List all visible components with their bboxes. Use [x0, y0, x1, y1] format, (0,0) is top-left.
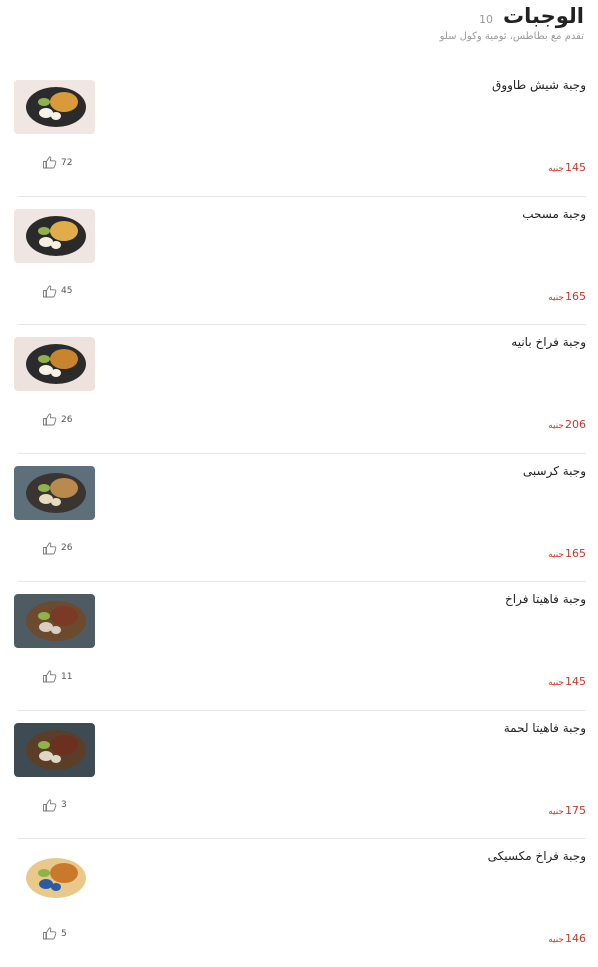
- price-value: 165: [565, 289, 586, 303]
- price-value: 206: [565, 418, 586, 431]
- meal-name[interactable]: وجبة كرسبى: [523, 464, 586, 478]
- section-title: الوجبات: [503, 4, 584, 28]
- meal-name[interactable]: وجبة فراخ بانيه: [511, 335, 586, 349]
- menu-item[interactable]: وجبة فاهيتا فراخ 145جنيه 11: [14, 582, 586, 711]
- meal-name[interactable]: وجبة فاهيتا فراخ: [505, 592, 586, 606]
- meal-price: 165جنيه: [548, 542, 586, 561]
- thumbs-up-icon: [43, 670, 57, 683]
- meal-photo[interactable]: [14, 80, 95, 134]
- price-value: 146: [565, 932, 586, 945]
- price-currency: جنيه: [548, 292, 564, 303]
- meal-photo-image: [14, 208, 95, 263]
- price-value: 145: [565, 161, 586, 174]
- like-button[interactable]: 11: [42, 670, 72, 683]
- thumbs-up-icon: [43, 798, 57, 811]
- meal-name[interactable]: وجبة فراخ مكسيكى: [488, 849, 586, 863]
- meal-price: 206جنيه: [548, 413, 586, 432]
- price-value: 145: [565, 675, 586, 688]
- meal-price: 165جنيه: [548, 285, 586, 304]
- meal-name[interactable]: وجبة مسحب: [522, 207, 586, 221]
- meal-photo-image: [14, 337, 95, 391]
- like-count: 5: [61, 928, 67, 939]
- meal-name[interactable]: وجبة شيش طاووق: [492, 78, 586, 92]
- meal-photo[interactable]: [14, 465, 95, 520]
- price-currency: جنيه: [548, 164, 564, 174]
- price-value: 175: [565, 803, 586, 817]
- like-count: 26: [61, 414, 73, 425]
- like-button[interactable]: 5: [42, 927, 67, 940]
- meal-photo-image: [14, 722, 95, 777]
- meal-price: 145جنيه: [548, 670, 586, 689]
- menu-item[interactable]: وجبة فاهيتا لحمة 175جنيه 3: [14, 711, 586, 839]
- menu-item[interactable]: وجبة شيش طاووق 145جنيه 72: [14, 68, 586, 197]
- meal-name[interactable]: وجبة فاهيتا لحمة: [504, 721, 586, 735]
- meal-photo[interactable]: [14, 337, 95, 391]
- meal-photo[interactable]: [14, 208, 95, 263]
- meal-photo[interactable]: [14, 594, 95, 648]
- meal-photo-image: [14, 851, 95, 905]
- like-count: 26: [61, 543, 73, 553]
- thumbs-up-icon: [43, 541, 57, 554]
- meal-price: 146جنيه: [548, 927, 586, 946]
- meal-photo-image: [14, 465, 95, 520]
- like-count: 3: [61, 800, 67, 810]
- price-currency: جنيه: [548, 935, 564, 945]
- thumbs-up-icon: [43, 156, 57, 169]
- like-count: 72: [61, 157, 73, 168]
- price-value: 165: [565, 546, 586, 560]
- menu-list: وجبة شيش طاووق 145جنيه 72 وجبة مسحب 165ج…: [14, 68, 586, 967]
- meal-photo-image: [14, 594, 95, 648]
- menu-item[interactable]: وجبة كرسبى 165جنيه 26: [14, 454, 586, 582]
- section-header: الوجبات 10 تقدم مع بطاطس، ثومية وكول سلو: [14, 4, 584, 54]
- price-currency: جنيه: [548, 806, 564, 817]
- like-button[interactable]: 45: [42, 284, 73, 298]
- meal-photo[interactable]: [14, 722, 95, 777]
- thumbs-up-icon: [43, 927, 57, 940]
- price-currency: جنيه: [548, 678, 564, 688]
- like-button[interactable]: 26: [42, 541, 73, 555]
- item-count: 10: [479, 13, 494, 26]
- like-count: 45: [61, 286, 73, 296]
- price-currency: جنيه: [548, 549, 564, 560]
- menu-item[interactable]: وجبة فراخ بانيه 206جنيه 26: [14, 325, 586, 454]
- price-currency: جنيه: [548, 421, 564, 431]
- menu-item[interactable]: وجبة مسحب 165جنيه 45: [14, 197, 586, 325]
- section-subtitle: تقدم مع بطاطس، ثومية وكول سلو: [439, 31, 584, 42]
- like-count: 11: [61, 671, 73, 682]
- thumbs-up-icon: [43, 413, 57, 426]
- meal-price: 175جنيه: [548, 799, 586, 818]
- meal-photo[interactable]: [14, 851, 95, 905]
- meal-photo-image: [14, 80, 95, 134]
- menu-item[interactable]: وجبة فراخ مكسيكى 146جنيه 5: [14, 839, 586, 967]
- like-button[interactable]: 72: [42, 156, 72, 169]
- meal-price: 145جنيه: [548, 156, 586, 175]
- thumbs-up-icon: [43, 284, 57, 297]
- like-button[interactable]: 3: [42, 798, 67, 812]
- like-button[interactable]: 26: [42, 413, 72, 426]
